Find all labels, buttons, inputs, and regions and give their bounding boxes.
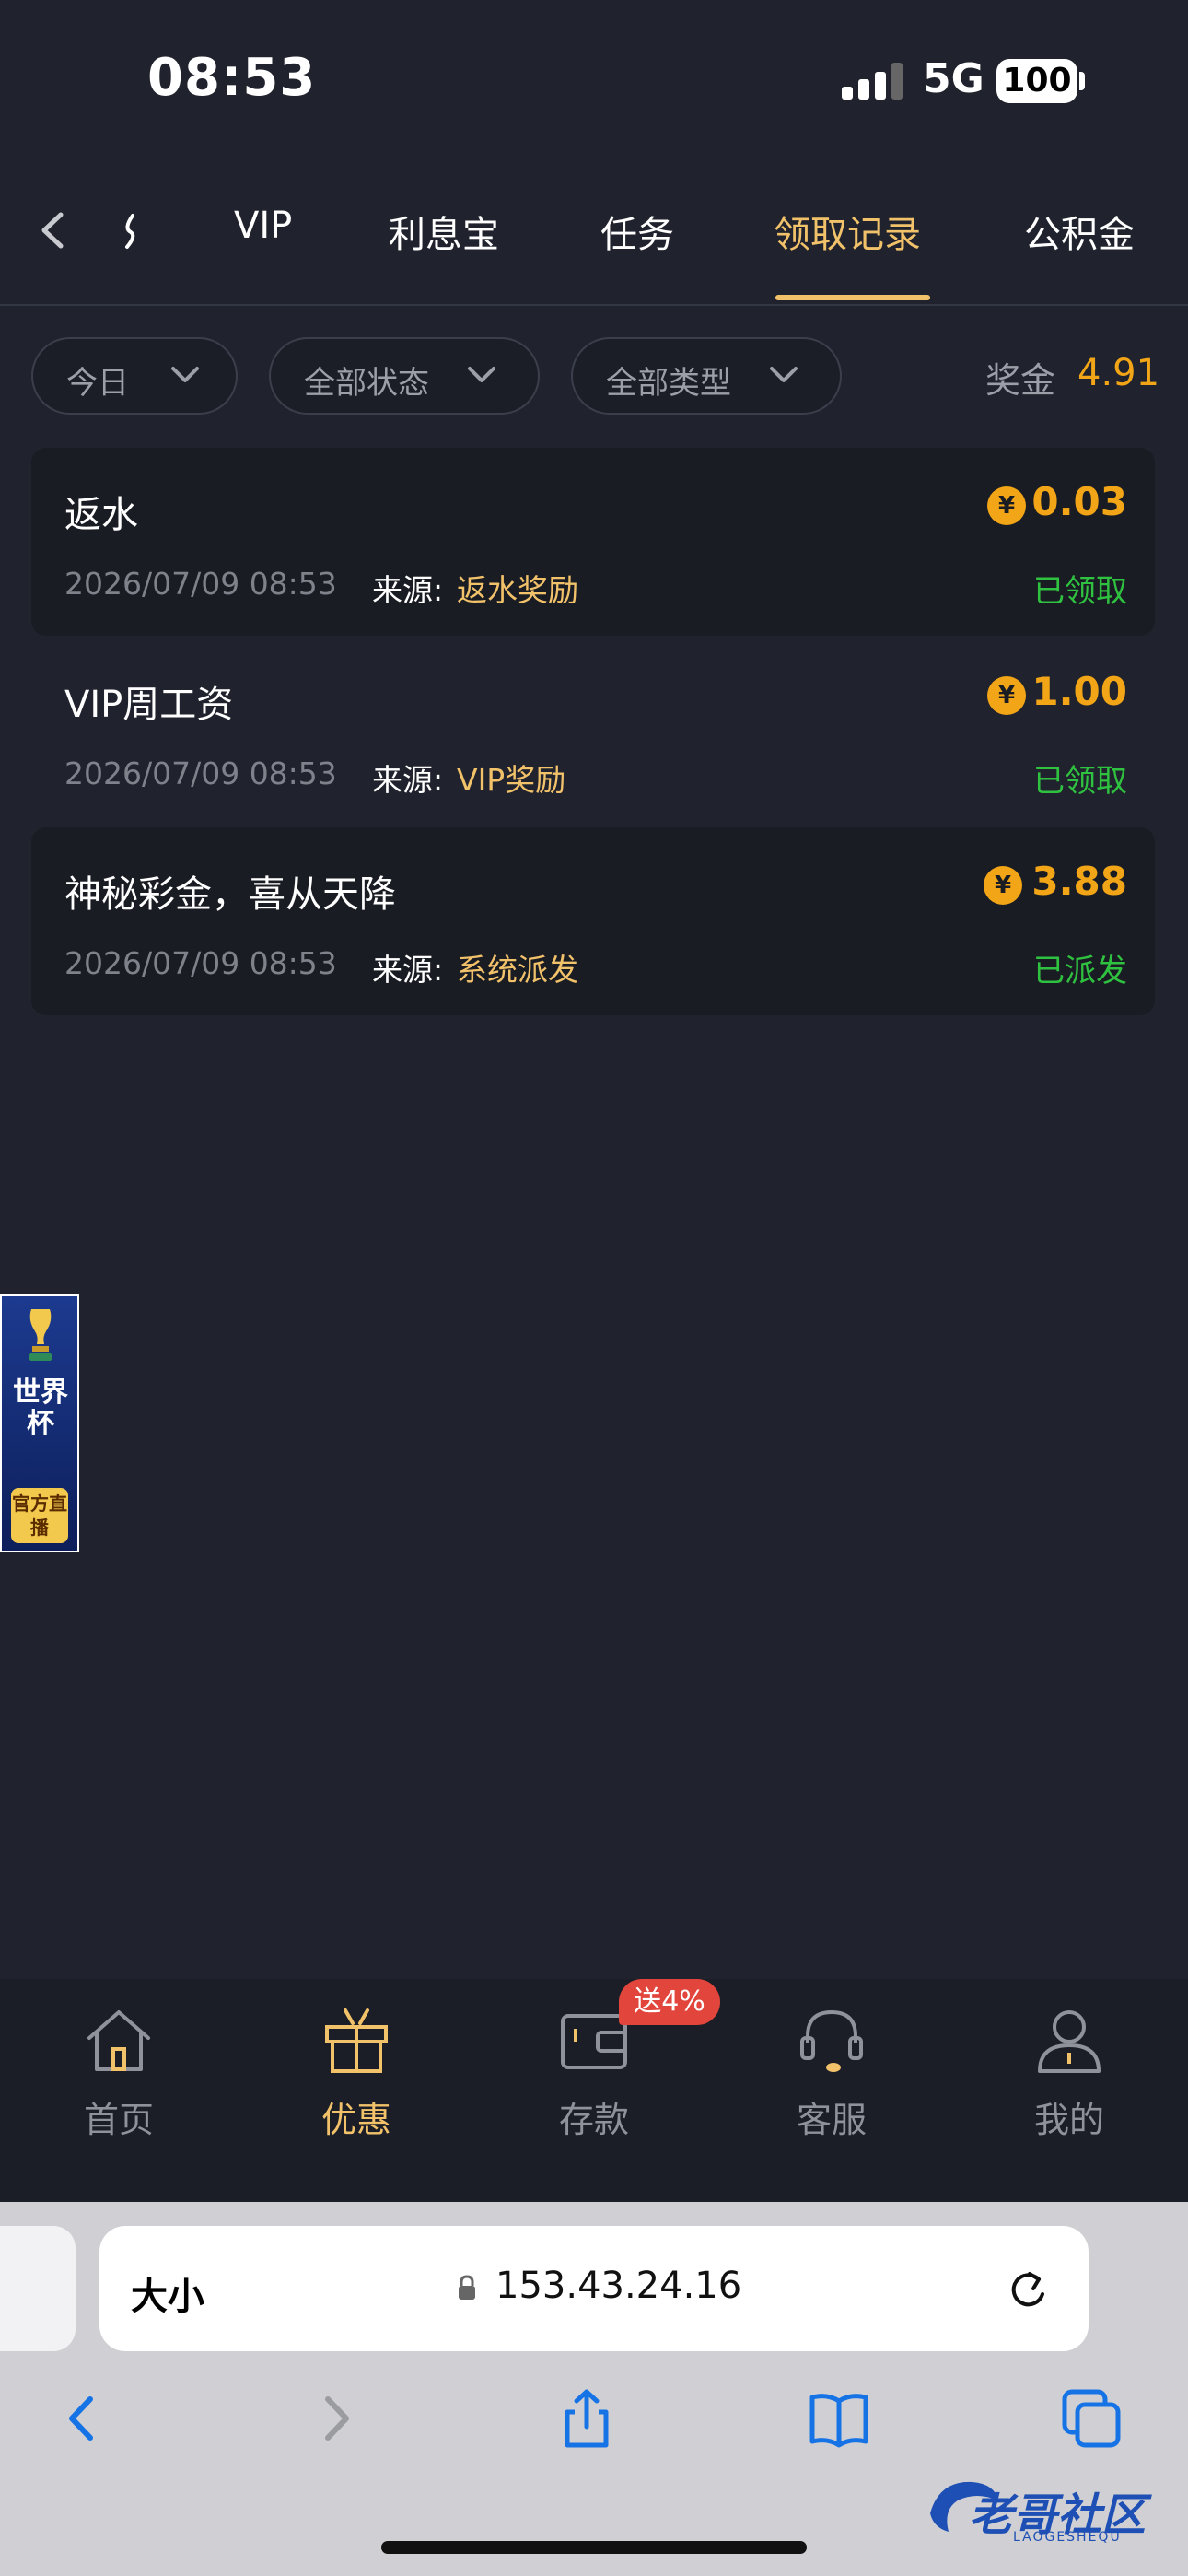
status-filter-label: 全部状态 (304, 365, 429, 402)
date-filter-label: 今日 (66, 365, 129, 402)
nav-customer-service-label: 客服 (796, 2100, 867, 2140)
chevron-down-icon (770, 367, 798, 382)
url-text: 153.43.24.16 (495, 2265, 742, 2307)
chevron-down-icon (171, 367, 199, 382)
watermark-subtext: LAOGESHEQU (1013, 2530, 1122, 2545)
browser-forward-icon[interactable] (304, 2386, 368, 2451)
record-title: VIP周工资 (64, 684, 234, 726)
record-amount: 0.03 (1031, 479, 1127, 524)
record-amount: 1.00 (1031, 669, 1127, 714)
share-icon[interactable] (554, 2386, 619, 2451)
record-source-label: 来源: (372, 762, 444, 798)
nav-home[interactable]: 首页 (50, 2001, 188, 2158)
world-cup-title: 世界杯 (13, 1376, 68, 1440)
lock-icon (459, 2275, 475, 2300)
home-icon (87, 2010, 150, 2071)
user-icon (1038, 2010, 1101, 2073)
record-datetime: 2026/07/09 08:53 (64, 566, 337, 602)
back-arrow-icon[interactable] (28, 198, 83, 263)
tab-claim-records[interactable]: 领取记录 (774, 205, 921, 258)
nav-promotions[interactable]: 优惠 (287, 2001, 425, 2158)
tab-bar (0, 175, 1188, 306)
record-source: 系统派发 (457, 952, 578, 988)
record-card: 神秘彩金，喜从天降 2026/07/09 08:53 来源: 系统派发 ¥ 3.… (31, 827, 1155, 1015)
deposit-bonus-badge: 送4% (619, 1979, 720, 2025)
reload-icon[interactable] (1004, 2263, 1050, 2314)
watermark: 老哥社区 LAOGESHEQU (921, 2469, 1179, 2552)
type-filter[interactable]: 全部类型 (571, 337, 842, 415)
home-indicator (381, 2541, 807, 2554)
record-card: VIP周工资 2026/07/09 08:53 来源: VIP奖励 ¥ 1.00… (31, 638, 1155, 825)
previous-tab-preview[interactable] (0, 2226, 76, 2351)
tab-tasks[interactable]: 任务 (600, 205, 674, 258)
record-source: 返水奖励 (457, 572, 578, 608)
gift-icon (325, 2008, 388, 2073)
signal-icon (842, 63, 903, 100)
record-datetime: 2026/07/09 08:53 (64, 945, 337, 981)
record-title: 神秘彩金，喜从天降 (64, 873, 396, 916)
record-status: 已领取 (1033, 573, 1127, 610)
coin-icon: ¥ (987, 486, 1026, 525)
coin-icon: ¥ (987, 676, 1026, 715)
coin-icon: ¥ (984, 866, 1022, 905)
record-source-label: 来源: (372, 572, 444, 608)
text-size-button[interactable]: 大小 (131, 2266, 204, 2320)
bookmarks-icon[interactable] (807, 2386, 871, 2451)
status-time: 08:53 (147, 48, 317, 108)
nav-home-label: 首页 (83, 2100, 154, 2140)
record-amount: 3.88 (1031, 859, 1127, 904)
bonus-total-label: 奖金 (985, 360, 1056, 401)
active-tab-indicator (775, 295, 930, 300)
nav-promotions-label: 优惠 (320, 2100, 391, 2140)
bonus-total-value: 4.91 (1077, 352, 1160, 394)
tab-interest[interactable]: 利息宝 (389, 205, 499, 258)
tab-partial-icon (125, 214, 135, 249)
nav-customer-service[interactable]: 客服 (763, 2001, 901, 2158)
record-datetime: 2026/07/09 08:53 (64, 755, 337, 791)
record-status: 已领取 (1033, 763, 1127, 800)
record-source-label: 来源: (372, 952, 444, 988)
trophy-icon (29, 1309, 52, 1361)
record-card: 返水 2026/07/09 08:53 来源: 返水奖励 ¥ 0.03 已领取 (31, 448, 1155, 636)
status-filter[interactable]: 全部状态 (269, 337, 540, 415)
nav-profile[interactable]: 我的 (1000, 2001, 1138, 2158)
chevron-down-icon (468, 367, 495, 382)
tab-provident-fund[interactable]: 公积金 (1024, 205, 1135, 258)
record-title: 返水 (64, 494, 138, 536)
browser-back-icon[interactable] (50, 2386, 114, 2451)
record-source: VIP奖励 (457, 762, 566, 798)
tabs-icon[interactable] (1059, 2386, 1124, 2451)
battery-icon: 100 (996, 59, 1077, 103)
world-cup-live-banner[interactable]: 世界杯 官方直播 (0, 1294, 79, 1552)
headset-icon (800, 2009, 863, 2072)
nav-deposit-label: 存款 (558, 2100, 629, 2140)
battery-tip (1079, 72, 1085, 90)
live-badge: 官方直播 (11, 1488, 68, 1543)
nav-profile-label: 我的 (1033, 2100, 1104, 2140)
date-filter[interactable]: 今日 (31, 337, 238, 415)
network-type: 5G (923, 55, 984, 102)
type-filter-label: 全部类型 (606, 365, 731, 402)
tab-vip[interactable]: VIP (234, 205, 292, 247)
record-status: 已派发 (1033, 953, 1127, 989)
